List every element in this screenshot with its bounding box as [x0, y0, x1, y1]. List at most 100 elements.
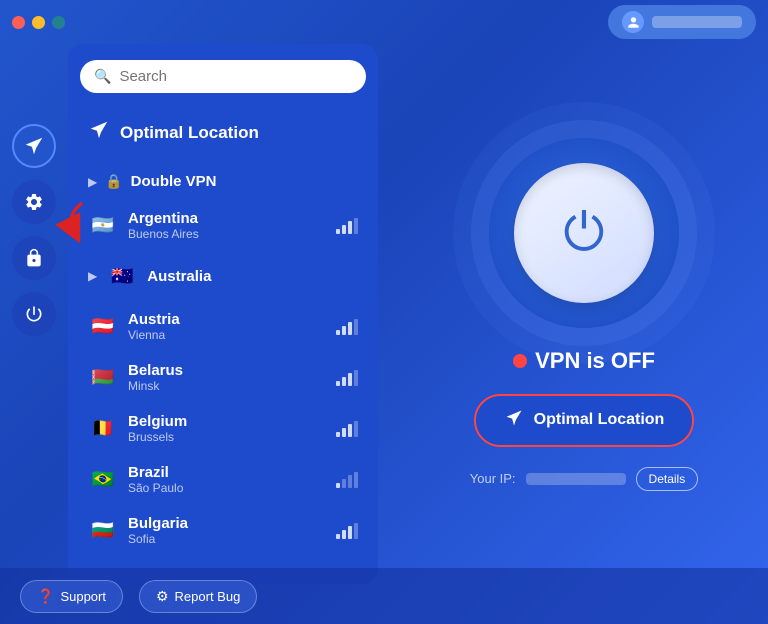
city-name: Sofia [128, 532, 326, 546]
ip-label: Your IP: [470, 471, 516, 486]
flag-austria: 🇦🇹 [88, 312, 118, 342]
bar3 [348, 526, 352, 539]
bar4 [354, 523, 358, 539]
optimal-location-item[interactable]: Optimal Location [80, 107, 366, 159]
server-info: Bulgaria Sofia [128, 515, 326, 546]
power-icon: ⏻ [563, 207, 604, 259]
bar1 [336, 229, 340, 234]
city-name: Brussels [128, 430, 326, 444]
bug-icon: ⚙ [156, 588, 169, 605]
details-button[interactable]: Details [636, 467, 699, 491]
lock-icon: 🔒 [105, 173, 122, 190]
bar2 [342, 225, 346, 234]
country-name: Argentina [128, 210, 326, 227]
bar1 [336, 432, 340, 437]
user-avatar [622, 11, 644, 33]
sidebar-icons [0, 44, 68, 624]
bar2 [342, 479, 346, 488]
flag-australia: 🇦🇺 [107, 261, 137, 291]
bar1 [336, 330, 340, 335]
optimal-location-label: Optimal Location [120, 123, 259, 143]
minimize-button[interactable] [32, 16, 45, 29]
bar3 [348, 322, 352, 335]
list-item[interactable]: 🇦🇷 Argentina Buenos Aires [80, 200, 366, 251]
country-name: Bulgaria [128, 515, 326, 532]
support-label: Support [60, 589, 106, 604]
list-item[interactable]: 🇧🇾 Belarus Minsk [80, 352, 366, 403]
country-name: Belgium [128, 413, 326, 430]
chevron-expand-icon: ▶ [88, 269, 97, 283]
right-panel: ⏻ VPN is OFF Optimal Location Your IP: D… [400, 44, 768, 584]
signal-bars [336, 523, 358, 539]
power-button[interactable]: ⏻ [514, 163, 654, 303]
traffic-lights [12, 16, 65, 29]
flag-argentina: 🇦🇷 [88, 211, 118, 241]
bar1 [336, 534, 340, 539]
server-info: Argentina Buenos Aires [128, 210, 326, 241]
signal-bars [336, 218, 358, 234]
signal-bars [336, 319, 358, 335]
bar4 [354, 370, 358, 386]
bar3 [348, 475, 352, 488]
status-dot-off [513, 354, 527, 368]
search-input[interactable] [119, 68, 352, 85]
server-info: Austria Vienna [128, 311, 326, 342]
server-panel: 🔍 Optimal Location ▶ 🔒 Double VPN 🇦🇷 Arg… [68, 44, 378, 584]
bar2 [342, 377, 346, 386]
support-button[interactable]: ❓ Support [20, 580, 123, 613]
bar1 [336, 483, 340, 488]
search-icon: 🔍 [94, 68, 111, 85]
connect-label: Optimal Location [534, 411, 665, 429]
report-bug-label: Report Bug [175, 589, 241, 604]
country-name: Brazil [128, 464, 326, 481]
maximize-button[interactable] [52, 16, 65, 29]
user-badge[interactable] [608, 5, 756, 39]
sidebar-item-privacy[interactable] [12, 292, 56, 336]
bar2 [342, 428, 346, 437]
double-vpn-info: Double VPN [131, 173, 358, 190]
bar2 [342, 326, 346, 335]
list-item[interactable]: ▶ 🇨🇦 Canada [80, 556, 366, 561]
country-name: Austria [128, 311, 326, 328]
bar4 [354, 218, 358, 234]
support-icon: ❓ [37, 588, 54, 605]
close-button[interactable] [12, 16, 25, 29]
bar3 [348, 373, 352, 386]
optimal-icon [88, 119, 110, 147]
double-vpn-item[interactable]: ▶ 🔒 Double VPN [80, 163, 366, 200]
sidebar-item-servers[interactable] [12, 124, 56, 168]
double-vpn-label: Double VPN [131, 173, 358, 190]
sidebar-item-settings[interactable] [12, 180, 56, 224]
list-item[interactable]: ▶ 🇦🇺 Australia [80, 251, 366, 301]
signal-bars [336, 421, 358, 437]
bottom-bar: ❓ Support ⚙ Report Bug [0, 568, 768, 624]
city-name: Buenos Aires [128, 227, 326, 241]
bar4 [354, 472, 358, 488]
flag-belarus: 🇧🇾 [88, 363, 118, 393]
list-item[interactable]: 🇧🇪 Belgium Brussels [80, 403, 366, 454]
list-item[interactable]: 🇦🇹 Austria Vienna [80, 301, 366, 352]
server-list: Optimal Location ▶ 🔒 Double VPN 🇦🇷 Argen… [80, 107, 366, 561]
city-name: Minsk [128, 379, 326, 393]
bar4 [354, 421, 358, 437]
report-bug-button[interactable]: ⚙ Report Bug [139, 580, 257, 613]
bar2 [342, 530, 346, 539]
connect-button[interactable]: Optimal Location [474, 394, 695, 447]
flag-belgium: 🇧🇪 [88, 414, 118, 444]
list-item[interactable]: 🇧🇷 Brazil São Paulo [80, 454, 366, 505]
city-name: São Paulo [128, 481, 326, 495]
search-bar[interactable]: 🔍 [80, 60, 366, 93]
vpn-status: VPN is OFF [513, 348, 655, 374]
ip-address [526, 473, 626, 485]
list-item[interactable]: 🇧🇬 Bulgaria Sofia [80, 505, 366, 556]
bar1 [336, 381, 340, 386]
chevron-icon: ▶ [88, 175, 97, 189]
power-button-outer: ⏻ [489, 138, 679, 328]
server-info: Belgium Brussels [128, 413, 326, 444]
sidebar-item-lock[interactable] [12, 236, 56, 280]
city-name: Vienna [128, 328, 326, 342]
vpn-status-label: VPN is OFF [535, 348, 655, 374]
bar3 [348, 424, 352, 437]
bar4 [354, 319, 358, 335]
flag-bulgaria: 🇧🇬 [88, 516, 118, 546]
